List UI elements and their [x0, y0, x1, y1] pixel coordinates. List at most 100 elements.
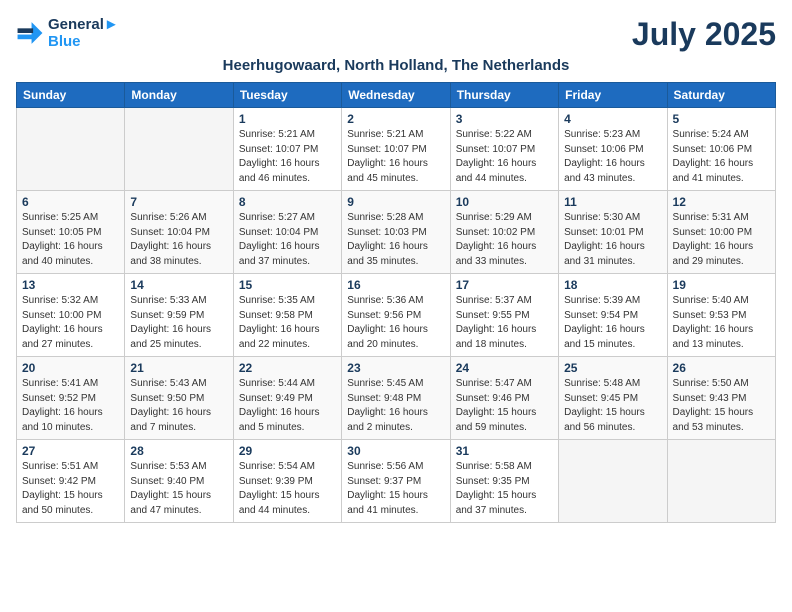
day-info: Sunrise: 5:43 AM Sunset: 9:50 PM Dayligh…	[130, 377, 227, 435]
calendar-cell: 28 Sunrise: 5:53 AM Sunset: 9:40 PM Dayli…	[125, 440, 233, 523]
day-info: Sunrise: 5:21 AM Sunset: 10:07 PM Daylig…	[347, 128, 444, 186]
calendar-cell: 15 Sunrise: 5:35 AM Sunset: 9:58 PM Dayli…	[233, 274, 341, 357]
day-info: Sunrise: 5:27 AM Sunset: 10:04 PM Daylig…	[239, 211, 336, 269]
day-info: Sunrise: 5:30 AM Sunset: 10:01 PM Daylig…	[564, 211, 661, 269]
day-info: Sunrise: 5:37 AM Sunset: 9:55 PM Dayligh…	[456, 294, 553, 352]
day-number: 16	[347, 278, 444, 292]
calendar-header-row: SundayMondayTuesdayWednesdayThursdayFrid…	[17, 83, 776, 108]
calendar-cell: 12Sunrise: 5:31 AM Sunset: 10:00 PM Dayl…	[667, 191, 775, 274]
day-number: 18	[564, 278, 661, 292]
calendar-cell: 7 Sunrise: 5:26 AM Sunset: 10:04 PM Dayli…	[125, 191, 233, 274]
day-info: Sunrise: 5:33 AM Sunset: 9:59 PM Dayligh…	[130, 294, 227, 352]
day-info: Sunrise: 5:22 AM Sunset: 10:07 PM Daylig…	[456, 128, 553, 186]
day-info: Sunrise: 5:56 AM Sunset: 9:37 PM Dayligh…	[347, 460, 444, 518]
day-number: 14	[130, 278, 227, 292]
day-info: Sunrise: 5:36 AM Sunset: 9:56 PM Dayligh…	[347, 294, 444, 352]
day-number: 23	[347, 361, 444, 375]
day-info: Sunrise: 5:32 AM Sunset: 10:00 PM Daylig…	[22, 294, 119, 352]
day-info: Sunrise: 5:35 AM Sunset: 9:58 PM Dayligh…	[239, 294, 336, 352]
day-number: 13	[22, 278, 119, 292]
calendar-cell: 10Sunrise: 5:29 AM Sunset: 10:02 PM Dayl…	[450, 191, 558, 274]
calendar-cell: 29 Sunrise: 5:54 AM Sunset: 9:39 PM Dayli…	[233, 440, 341, 523]
day-number: 29	[239, 444, 336, 458]
day-info: Sunrise: 5:58 AM Sunset: 9:35 PM Dayligh…	[456, 460, 553, 518]
calendar-cell: 9 Sunrise: 5:28 AM Sunset: 10:03 PM Dayli…	[342, 191, 450, 274]
day-number: 24	[456, 361, 553, 375]
calendar-week-row: 13 Sunrise: 5:32 AM Sunset: 10:00 PM Dayl…	[17, 274, 776, 357]
calendar-cell: 26 Sunrise: 5:50 AM Sunset: 9:43 PM Dayli…	[667, 357, 775, 440]
day-number: 4	[564, 112, 661, 126]
day-info: Sunrise: 5:50 AM Sunset: 9:43 PM Dayligh…	[673, 377, 770, 435]
day-info: Sunrise: 5:54 AM Sunset: 9:39 PM Dayligh…	[239, 460, 336, 518]
day-info: Sunrise: 5:25 AM Sunset: 10:05 PM Daylig…	[22, 211, 119, 269]
calendar-week-row: 20 Sunrise: 5:41 AM Sunset: 9:52 PM Dayli…	[17, 357, 776, 440]
calendar-week-row: 1 Sunrise: 5:21 AM Sunset: 10:07 PM Dayli…	[17, 108, 776, 191]
day-header-saturday: Saturday	[667, 83, 775, 108]
logo-icon	[16, 19, 44, 47]
calendar-cell: 24 Sunrise: 5:47 AM Sunset: 9:46 PM Dayli…	[450, 357, 558, 440]
day-number: 11	[564, 195, 661, 209]
calendar-cell: 6 Sunrise: 5:25 AM Sunset: 10:05 PM Dayli…	[17, 191, 125, 274]
calendar-cell: 13 Sunrise: 5:32 AM Sunset: 10:00 PM Dayl…	[17, 274, 125, 357]
calendar-cell: 27Sunrise: 5:51 AM Sunset: 9:42 PM Dayli…	[17, 440, 125, 523]
day-info: Sunrise: 5:47 AM Sunset: 9:46 PM Dayligh…	[456, 377, 553, 435]
calendar-cell: 19Sunrise: 5:40 AM Sunset: 9:53 PM Dayli…	[667, 274, 775, 357]
calendar-cell: 30 Sunrise: 5:56 AM Sunset: 9:37 PM Dayli…	[342, 440, 450, 523]
calendar-cell: 14 Sunrise: 5:33 AM Sunset: 9:59 PM Dayli…	[125, 274, 233, 357]
calendar-cell: 31Sunrise: 5:58 AM Sunset: 9:35 PM Dayli…	[450, 440, 558, 523]
day-number: 2	[347, 112, 444, 126]
calendar-cell: 17 Sunrise: 5:37 AM Sunset: 9:55 PM Dayli…	[450, 274, 558, 357]
calendar-cell	[125, 108, 233, 191]
day-header-tuesday: Tuesday	[233, 83, 341, 108]
day-number: 30	[347, 444, 444, 458]
page-header: General► Blue July 2025	[16, 16, 776, 53]
calendar-cell: 18Sunrise: 5:39 AM Sunset: 9:54 PM Dayli…	[559, 274, 667, 357]
day-number: 28	[130, 444, 227, 458]
calendar-cell: 4Sunrise: 5:23 AM Sunset: 10:06 PM Dayli…	[559, 108, 667, 191]
day-number: 6	[22, 195, 119, 209]
calendar-cell	[17, 108, 125, 191]
month-title: July 2025	[632, 16, 776, 53]
calendar-cell: 2 Sunrise: 5:21 AM Sunset: 10:07 PM Dayli…	[342, 108, 450, 191]
day-info: Sunrise: 5:26 AM Sunset: 10:04 PM Daylig…	[130, 211, 227, 269]
calendar-cell	[667, 440, 775, 523]
day-number: 17	[456, 278, 553, 292]
day-number: 21	[130, 361, 227, 375]
day-number: 3	[456, 112, 553, 126]
calendar-cell: 11 Sunrise: 5:30 AM Sunset: 10:01 PM Dayl…	[559, 191, 667, 274]
calendar-cell: 1 Sunrise: 5:21 AM Sunset: 10:07 PM Dayli…	[233, 108, 341, 191]
day-info: Sunrise: 5:28 AM Sunset: 10:03 PM Daylig…	[347, 211, 444, 269]
day-info: Sunrise: 5:40 AM Sunset: 9:53 PM Dayligh…	[673, 294, 770, 352]
calendar-cell: 20 Sunrise: 5:41 AM Sunset: 9:52 PM Dayli…	[17, 357, 125, 440]
day-header-thursday: Thursday	[450, 83, 558, 108]
calendar-cell: 3 Sunrise: 5:22 AM Sunset: 10:07 PM Dayli…	[450, 108, 558, 191]
logo: General► Blue	[16, 16, 119, 50]
calendar-cell: 21 Sunrise: 5:43 AM Sunset: 9:50 PM Dayli…	[125, 357, 233, 440]
day-header-sunday: Sunday	[17, 83, 125, 108]
calendar-week-row: 6 Sunrise: 5:25 AM Sunset: 10:05 PM Dayli…	[17, 191, 776, 274]
day-number: 1	[239, 112, 336, 126]
day-number: 9	[347, 195, 444, 209]
day-info: Sunrise: 5:29 AM Sunset: 10:02 PM Daylig…	[456, 211, 553, 269]
day-info: Sunrise: 5:21 AM Sunset: 10:07 PM Daylig…	[239, 128, 336, 186]
day-number: 25	[564, 361, 661, 375]
location-title: Heerhugowaard, North Holland, The Nether…	[16, 57, 776, 74]
day-header-monday: Monday	[125, 83, 233, 108]
day-number: 15	[239, 278, 336, 292]
day-number: 22	[239, 361, 336, 375]
calendar-cell: 23Sunrise: 5:45 AM Sunset: 9:48 PM Dayli…	[342, 357, 450, 440]
day-number: 20	[22, 361, 119, 375]
calendar-cell: 25 Sunrise: 5:48 AM Sunset: 9:45 PM Dayli…	[559, 357, 667, 440]
day-number: 26	[673, 361, 770, 375]
day-info: Sunrise: 5:53 AM Sunset: 9:40 PM Dayligh…	[130, 460, 227, 518]
day-info: Sunrise: 5:24 AM Sunset: 10:06 PM Daylig…	[673, 128, 770, 186]
calendar-cell: 22Sunrise: 5:44 AM Sunset: 9:49 PM Dayli…	[233, 357, 341, 440]
day-number: 12	[673, 195, 770, 209]
day-info: Sunrise: 5:41 AM Sunset: 9:52 PM Dayligh…	[22, 377, 119, 435]
day-header-friday: Friday	[559, 83, 667, 108]
calendar-cell	[559, 440, 667, 523]
day-info: Sunrise: 5:48 AM Sunset: 9:45 PM Dayligh…	[564, 377, 661, 435]
day-number: 7	[130, 195, 227, 209]
logo-text: General► Blue	[48, 16, 119, 50]
calendar-cell: 5Sunrise: 5:24 AM Sunset: 10:06 PM Dayli…	[667, 108, 775, 191]
